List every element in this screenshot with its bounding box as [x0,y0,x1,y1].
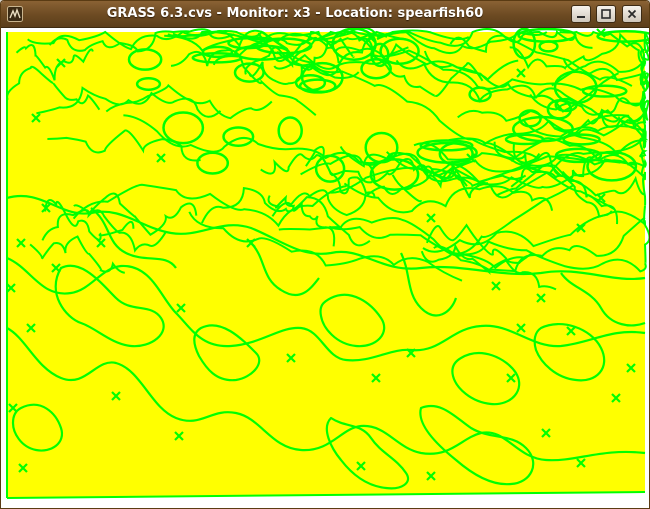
close-button[interactable] [622,5,642,23]
map-view[interactable] [1,28,649,509]
maximize-icon [601,9,611,19]
map-display-canvas[interactable] [1,28,649,509]
maximize-button[interactable] [596,5,616,23]
grass-app-icon[interactable] [7,6,23,22]
close-icon [627,9,637,19]
monitor-window: GRASS 6.3.cvs - Monitor: x3 - Location: … [0,0,650,509]
window-title: GRASS 6.3.cvs - Monitor: x3 - Location: … [106,6,484,21]
title-bar[interactable]: GRASS 6.3.cvs - Monitor: x3 - Location: … [1,1,649,28]
minimize-icon [577,16,585,18]
minimize-button[interactable] [571,5,591,23]
